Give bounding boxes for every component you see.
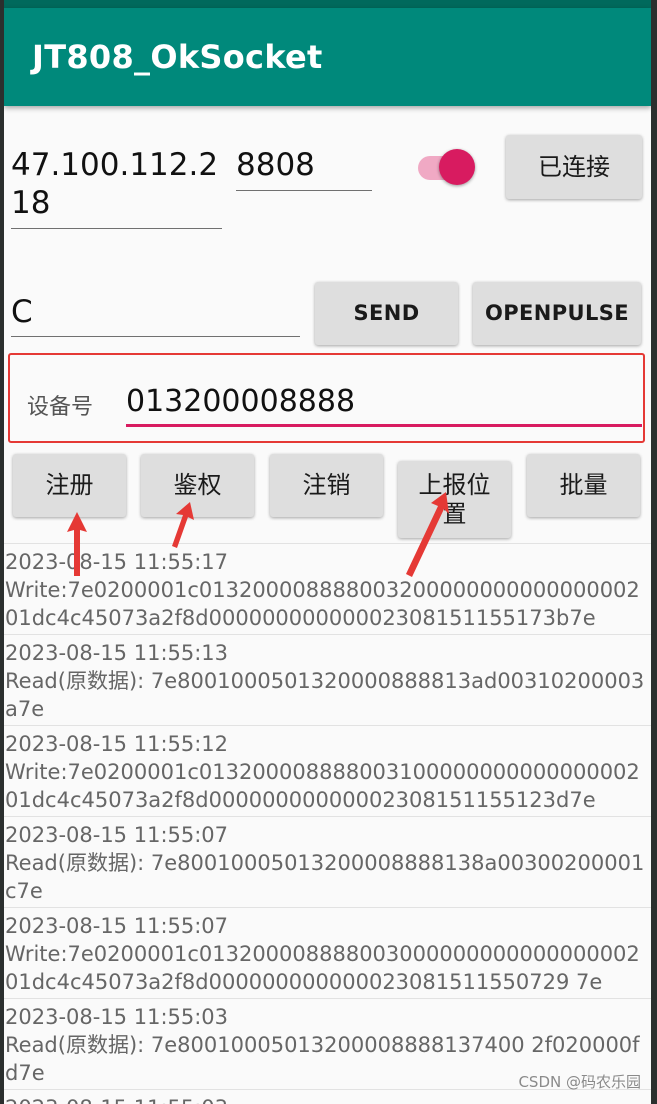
log-time: 2023-08-15 11:55:13 [5,641,229,665]
log-message: Read(原数据): 7e8001000501320000888813ad003… [5,669,645,721]
annotation-arrow-report-location-icon [406,492,449,577]
device-number-label: 设备号 [27,395,94,420]
log-entry: 2023-08-15 11:55:13 Read(原数据): 7e8001000… [4,634,651,725]
port-input[interactable]: 8808 [236,146,372,191]
status-bar [4,0,651,8]
annotation-arrow-register-icon [67,512,87,576]
device-number-highlight: 设备号 013200008888 [8,353,645,443]
log-time: 2023-08-15 11:55:12 [5,732,229,756]
app-screen: JT808_OkSocket 47.100.112.218 8808 已连接 C… [4,0,651,1104]
log-time: 2023-08-15 11:55:03 [5,1005,229,1029]
switch-thumb [439,149,475,185]
log-message: Write:7e0200001c013200008888003000000000… [5,942,640,994]
log-message: Write:7e0200001c013200008888003100000000… [5,760,640,812]
register-button[interactable]: 注册 [13,454,126,517]
connection-status-button[interactable]: 已连接 [506,135,642,199]
log-message: Read(原数据): 7e80010005013200008888138a003… [5,851,645,903]
log-entry: 2023-08-15 11:55:07 Read(原数据): 7e8001000… [4,816,651,907]
log-list[interactable]: 2023-08-15 11:55:17 Write:7e0200001c0132… [4,543,651,1104]
watermark: CSDN @码农乐园 [518,1073,641,1091]
app-bar: JT808_OkSocket [4,8,651,106]
log-entry: 2023-08-15 11:55:12 Write:7e0200001c0132… [4,725,651,816]
batch-button[interactable]: 批量 [527,454,640,517]
logout-button[interactable]: 注销 [270,454,383,517]
log-entry: 2023-08-15 11:55:07 Write:7e0200001c0132… [4,907,651,998]
log-time: 2023-08-15 11:55:07 [5,823,229,847]
app-title: JT808_OkSocket [32,38,323,76]
log-message: Write:7e0200001c013200008888003200000000… [5,578,640,630]
send-button[interactable]: SEND [315,282,458,345]
log-time: 2023-08-15 11:55:03 [5,1094,651,1104]
command-input[interactable]: C [11,293,300,337]
device-number-input[interactable]: 013200008888 [126,381,642,427]
host-input[interactable]: 47.100.112.218 [11,146,222,229]
log-time: 2023-08-15 11:55:17 [5,550,229,574]
log-entry: 2023-08-15 11:55:17 Write:7e0200001c0132… [4,543,651,634]
log-time: 2023-08-15 11:55:07 [5,914,229,938]
openpulse-button[interactable]: OPENPULSE [473,282,641,345]
annotation-arrow-auth-icon [172,502,194,548]
